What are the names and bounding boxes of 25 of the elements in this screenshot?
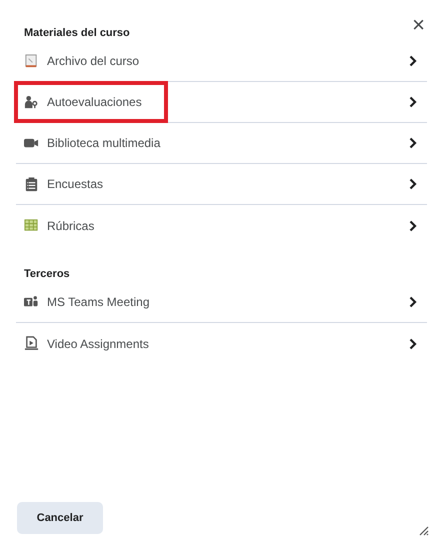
resize-grip-icon[interactable] [419,526,429,536]
file-icon [24,54,39,68]
grid-icon [24,218,39,233]
menu-item[interactable]: MS Teams Meeting [16,282,427,323]
clipboard-icon [24,176,39,192]
chevron-right-icon [409,338,417,350]
menu-item[interactable]: Rúbricas [16,205,427,246]
chevron-right-icon [409,96,417,108]
chevron-right-icon [409,220,417,232]
menu-item[interactable]: Video Assignments [16,323,427,364]
chevron-right-icon [409,296,417,308]
teams-icon [24,294,39,310]
chevron-right-icon [409,137,417,149]
menu-item[interactable]: Archivo del curso [16,41,427,82]
menu-item[interactable]: Encuestas [16,164,427,205]
section-title: Terceros [24,268,71,280]
section-title: Materiales del curso [24,27,131,39]
close-button[interactable]: × [408,14,429,36]
cancel-button[interactable]: Cancelar [17,502,103,534]
menu-item[interactable]: Autoevaluaciones [16,82,427,123]
chevron-right-icon [409,55,417,67]
person-icon [24,94,39,110]
video-document-icon [24,336,39,351]
chevron-right-icon [409,178,417,190]
menu-item[interactable]: Biblioteca multimedia [16,123,427,164]
